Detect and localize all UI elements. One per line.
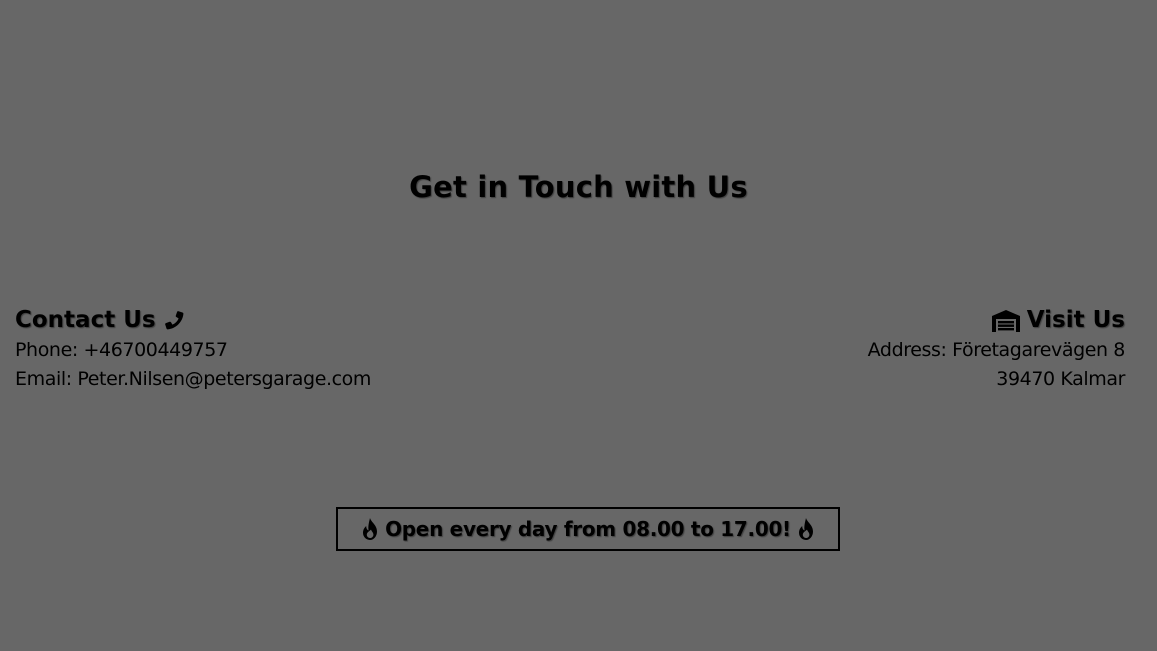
- contact-section: Contact Us Phone: +46700449757 Email: Pe…: [15, 305, 371, 394]
- visit-heading-label: Visit Us: [1026, 307, 1125, 333]
- phone-number: Phone: +46700449757: [15, 339, 228, 361]
- phone-icon: [162, 309, 186, 333]
- street-address: Address: Företagarevägen 8: [867, 339, 1126, 361]
- visit-heading: Visit Us: [868, 305, 1125, 336]
- garage-icon: [991, 309, 1021, 333]
- fire-icon: [361, 517, 379, 541]
- email-address: Email: Peter.Nilsen@petersgarage.com: [15, 368, 371, 390]
- contact-heading: Contact Us: [15, 305, 371, 336]
- postal-address: 39470 Kalmar: [996, 368, 1125, 390]
- fire-icon: [797, 517, 815, 541]
- opening-hours-banner: Open every day from 08.00 to 17.00!: [336, 507, 840, 551]
- page-title: Get in Touch with Us: [409, 170, 748, 204]
- visit-section: Visit Us Address: Företagarevägen 8 3947…: [867, 305, 1126, 394]
- contact-heading-label: Contact Us: [15, 307, 156, 333]
- opening-hours-text: Open every day from 08.00 to 17.00!: [385, 517, 791, 541]
